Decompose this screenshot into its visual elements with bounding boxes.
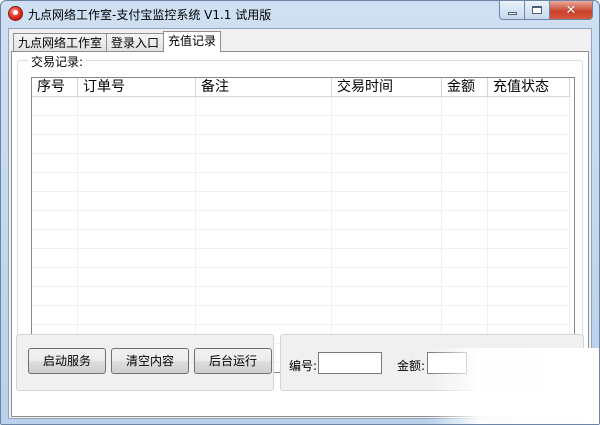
id-label: 编号: xyxy=(289,359,318,373)
col-header-order-no[interactable]: 订单号 xyxy=(78,78,196,97)
caption-buttons: ✕ xyxy=(499,1,593,20)
grid-hline xyxy=(32,229,570,230)
grid-hline xyxy=(32,267,570,268)
grid-vline xyxy=(569,97,570,372)
grid-hline xyxy=(32,286,570,287)
watermark-overlay xyxy=(429,348,599,424)
grid-hline xyxy=(32,153,570,154)
tab-studio[interactable]: 九点网络工作室 xyxy=(13,33,108,52)
grid-hline xyxy=(32,248,570,249)
window-title: 九点网络工作室-支付宝监控系统 V1.1 试用版 xyxy=(28,8,272,22)
id-input[interactable] xyxy=(318,352,382,374)
group-title: 交易记录: xyxy=(28,53,87,70)
table-header: 序号 订单号 备注 交易时间 金额 充值状态 xyxy=(32,78,570,97)
grid-hline xyxy=(32,210,570,211)
grid-hline xyxy=(32,115,570,116)
clear-content-button[interactable]: 清空内容 xyxy=(111,348,189,374)
grid-hline xyxy=(32,324,570,325)
amount-label: 金额: xyxy=(397,359,426,373)
transaction-records-group: 交易记录: 序号 订单号 备注 交易时间 金额 充值状态 xyxy=(17,53,583,373)
tab-strip: 九点网络工作室 登录入口 充值记录 xyxy=(13,31,222,52)
table-body xyxy=(32,97,574,372)
tab-login[interactable]: 登录入口 xyxy=(106,33,165,52)
title-bar[interactable]: 九点网络工作室-支付宝监控系统 V1.1 试用版 ✕ xyxy=(1,1,599,27)
grid-hline xyxy=(32,305,570,306)
minimize-button[interactable] xyxy=(499,1,525,20)
grid-vline xyxy=(331,97,332,372)
col-header-note[interactable]: 备注 xyxy=(196,78,332,97)
col-header-amount[interactable]: 金额 xyxy=(442,78,488,97)
run-in-background-button[interactable]: 后台运行 xyxy=(194,348,272,374)
grid-vline xyxy=(195,97,196,372)
maximize-icon xyxy=(532,6,542,14)
app-logo-icon[interactable] xyxy=(8,6,23,21)
grid-vline xyxy=(441,97,442,372)
grid-hline xyxy=(32,134,570,135)
close-icon: ✕ xyxy=(565,2,577,18)
tab-recharge-records[interactable]: 充值记录 xyxy=(163,31,222,52)
grid-hline xyxy=(32,172,570,173)
col-header-status[interactable]: 充值状态 xyxy=(488,78,570,97)
col-header-index[interactable]: 序号 xyxy=(32,78,78,97)
records-table[interactable]: 序号 订单号 备注 交易时间 金额 充值状态 xyxy=(31,77,575,373)
grid-hline xyxy=(32,191,570,192)
grid-vline xyxy=(487,97,488,372)
minimize-icon xyxy=(507,11,517,15)
grid-vline xyxy=(77,97,78,372)
start-service-button[interactable]: 启动服务 xyxy=(28,348,106,374)
maximize-button[interactable] xyxy=(525,1,550,20)
col-header-time[interactable]: 交易时间 xyxy=(332,78,442,97)
close-button[interactable]: ✕ xyxy=(550,1,593,20)
action-button-group: 启动服务 清空内容 后台运行 xyxy=(16,334,274,391)
app-window: 九点网络工作室-支付宝监控系统 V1.1 试用版 ✕ 九点网络工作室 登录入口 … xyxy=(0,0,600,425)
